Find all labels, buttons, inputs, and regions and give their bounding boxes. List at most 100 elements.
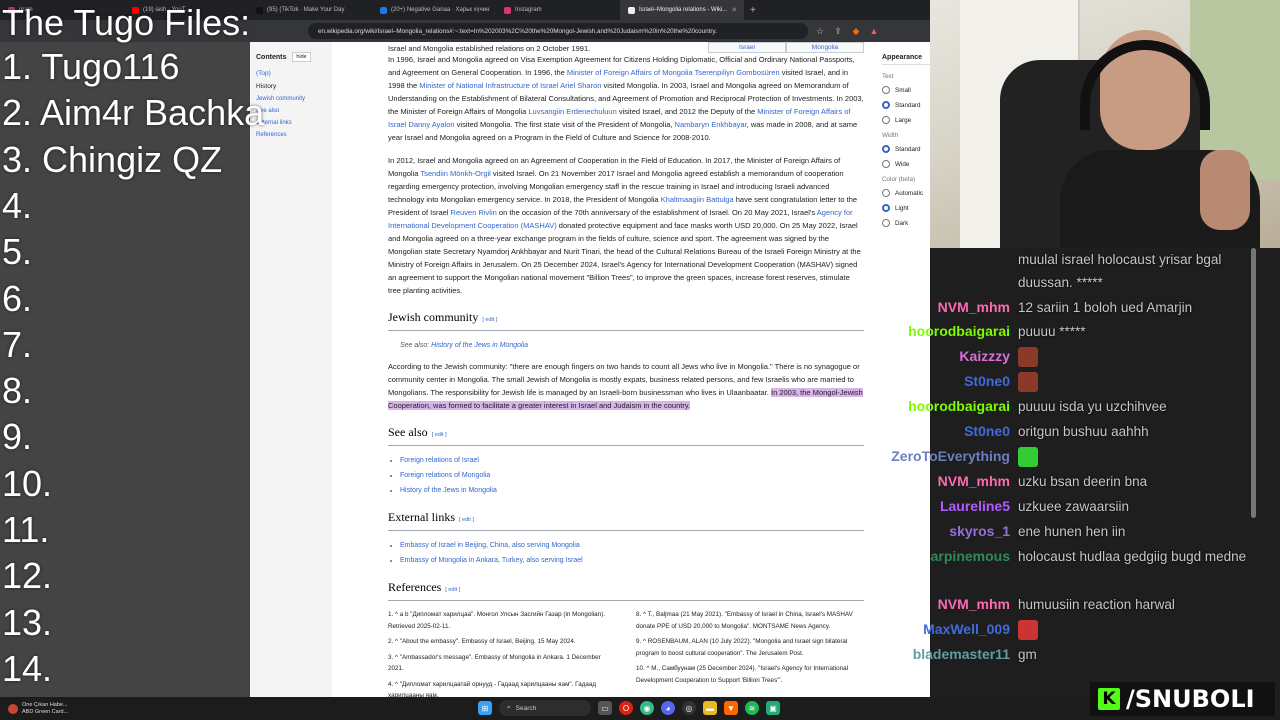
- chat-username[interactable]: blademaster11: [890, 643, 1018, 666]
- toc-item-history[interactable]: History: [256, 83, 326, 90]
- edit-jewish-community[interactable]: edit: [485, 317, 494, 323]
- width-wide[interactable]: Wide: [882, 160, 930, 168]
- link-history-jews-mongolia[interactable]: History of the Jews in Mongolia: [431, 342, 528, 349]
- brave-icon[interactable]: ▼: [724, 701, 738, 715]
- lang-tab-israel[interactable]: Israel: [708, 42, 786, 53]
- taskbar-search[interactable]: ⌕ Search: [499, 700, 591, 716]
- chat-username[interactable]: NVM_mhm: [890, 296, 1018, 319]
- link-battulga[interactable]: Khaltmaagiin Battulga: [661, 195, 734, 204]
- chat-text: [1018, 370, 1248, 393]
- task-view-icon[interactable]: ▭: [598, 701, 612, 715]
- reference-item: 1. ^ a b "Дипломат харилцаа". Монгол Улс…: [388, 611, 606, 630]
- hatnote: See also: History of the Jews in Mongoli…: [400, 342, 529, 349]
- chat-text: ene hunen hen iin: [1018, 524, 1126, 539]
- chat-username[interactable]: [890, 248, 1018, 294]
- radio-selected-icon[interactable]: [882, 101, 890, 109]
- edit-see-also[interactable]: edit: [435, 432, 444, 438]
- chat-text: muulal israel holocaust yrisar bgal duus…: [1018, 252, 1222, 290]
- alert-icon[interactable]: ▲: [868, 25, 880, 37]
- reference-item: 9. ^ ROSENBAUM, ALAN (10 July 2022). "Mo…: [636, 638, 848, 657]
- emote-icon: [1018, 372, 1038, 393]
- spotify-icon[interactable]: ≋: [745, 701, 759, 715]
- link-enkhbayar[interactable]: Nambaryn Enkhbayar: [675, 120, 747, 129]
- edit-references[interactable]: edit: [448, 587, 457, 593]
- radio-icon[interactable]: [882, 160, 890, 168]
- chat-username[interactable]: arpinemous: [890, 545, 1018, 568]
- windows-start-icon[interactable]: ⊞: [478, 701, 492, 715]
- address-bar[interactable]: en.wikipedia.org/wiki/Israel–Mongolia_re…: [308, 23, 808, 39]
- chat-username[interactable]: MaxWell_009: [890, 618, 1018, 641]
- brave-shield-icon[interactable]: ◆: [850, 25, 862, 37]
- link-ariel-sharon[interactable]: Minister of National Infrastructure of I…: [419, 81, 601, 90]
- taskbar: One Çıkan Habe... ABD Green Card... ⊞ ⌕ Se…: [0, 697, 1090, 720]
- chat-username[interactable]: hoorodbaigarai: [890, 320, 1018, 343]
- opera-icon[interactable]: O: [619, 701, 633, 715]
- edit-external-links[interactable]: edit: [462, 517, 471, 523]
- toc-item-see-also[interactable]: See also: [256, 108, 326, 114]
- chat-username[interactable]: NVM_mhm: [890, 593, 1018, 616]
- toc-item-jewish-community[interactable]: Jewish community: [256, 96, 326, 102]
- app-icon[interactable]: ▣: [766, 701, 780, 715]
- text-size-standard[interactable]: Standard: [882, 101, 930, 109]
- list-item[interactable]: Foreign relations of Mongolia: [400, 469, 864, 482]
- discord-icon[interactable]: ◕: [661, 701, 675, 715]
- toc-item-references[interactable]: References: [256, 132, 326, 138]
- close-tab-icon[interactable]: ✕: [731, 6, 737, 14]
- chat-scrollbar[interactable]: [1251, 248, 1256, 518]
- chat-username[interactable]: St0ne0: [890, 420, 1018, 443]
- chat-username[interactable]: St0ne0: [890, 370, 1018, 393]
- chat-message: St0ne0: [890, 370, 1250, 393]
- chat-username[interactable]: Laureline5: [890, 495, 1018, 518]
- browser-tab-facebook[interactable]: (20+) Negative Ganaa · Харьк хүчин: [372, 0, 496, 20]
- chat-message: hoorodbaigarai puuuu *****: [890, 320, 1250, 343]
- link-erdenechuluun[interactable]: Luvsangiin Erdenechuluun: [528, 107, 616, 116]
- width-standard[interactable]: Standard: [882, 145, 930, 153]
- link-mongolia-fm-1996[interactable]: Minister of Foreign Affairs of Mongolia …: [567, 68, 780, 77]
- browser-tab-tiktok[interactable]: (95) (TikTok · Make Your Day: [248, 0, 372, 20]
- radio-selected-icon[interactable]: [882, 145, 890, 153]
- text-size-label: Text: [882, 73, 894, 80]
- toc-hide-button[interactable]: hide: [292, 52, 311, 62]
- browser-tab-instagram[interactable]: Instagram: [496, 0, 620, 20]
- chat-username[interactable]: skyros_1: [890, 520, 1018, 543]
- browser-tab-youtube[interactable]: (19) iash - YouT...: [124, 0, 248, 20]
- lang-tab-mongolia[interactable]: Mongolia: [786, 42, 864, 53]
- chat-username[interactable]: Kaizzzy: [890, 345, 1018, 368]
- toc-item-top[interactable]: (Top): [256, 70, 326, 77]
- list-item[interactable]: History of the Jews in Mongolia: [400, 484, 864, 497]
- radio-icon[interactable]: [882, 86, 890, 94]
- list-item[interactable]: Embassy of Mongolia in Ankara, Turkey, a…: [400, 554, 864, 567]
- bookmark-icon[interactable]: ☆: [814, 25, 826, 37]
- radio-icon[interactable]: [882, 189, 890, 197]
- radio-selected-icon[interactable]: [882, 204, 890, 212]
- text-size-small[interactable]: Small: [882, 86, 930, 94]
- link-monkh-orgil[interactable]: Tsendiin Mönkh-Orgil: [420, 169, 490, 178]
- radio-icon[interactable]: [882, 219, 890, 227]
- radio-icon[interactable]: [882, 116, 890, 124]
- see-also-list: Foreign relations of Israel Foreign rela…: [400, 454, 864, 497]
- toc-item-external-links[interactable]: External links: [256, 120, 326, 126]
- list-item[interactable]: Embassy of Israel in Beijing, China, als…: [400, 539, 864, 552]
- color-light[interactable]: Light: [882, 204, 930, 212]
- color-dark[interactable]: Dark: [882, 219, 930, 227]
- new-tab-button[interactable]: +: [744, 5, 762, 16]
- list-item[interactable]: Foreign relations of Israel: [400, 454, 864, 467]
- obs-icon[interactable]: ◎: [682, 701, 696, 715]
- link-reuven-rivlin[interactable]: Reuven Rivlin: [451, 208, 497, 217]
- chat-username[interactable]: hoorodbaigarai: [890, 395, 1018, 418]
- news-widget[interactable]: One Çıkan Habe... ABD Green Card...: [0, 702, 150, 716]
- chat-username[interactable]: NVM_mhm: [890, 470, 1018, 493]
- folder-icon[interactable]: ▬: [703, 701, 717, 715]
- chrome-icon[interactable]: ◉: [640, 701, 654, 715]
- table-of-contents: Contents hide (Top) History Jewish commun…: [250, 42, 332, 697]
- heading-see-also: See also[ edit ]: [388, 426, 864, 446]
- appearance-heading: Appearance: [882, 54, 930, 65]
- browser-tab-wikipedia[interactable]: Israel–Mongolia relations - Wiki... ✕: [620, 0, 744, 20]
- share-icon[interactable]: ⇪: [832, 25, 844, 37]
- text-size-large[interactable]: Large: [882, 116, 930, 124]
- color-automatic[interactable]: Automatic: [882, 189, 930, 197]
- chat-username[interactable]: ZeroToEverything: [890, 445, 1018, 468]
- chat-text: uzku bsan deerin bna: [1018, 474, 1148, 489]
- browser-tab-instagram-partial[interactable]: gram: [0, 0, 124, 20]
- emote-icon: [1018, 447, 1038, 468]
